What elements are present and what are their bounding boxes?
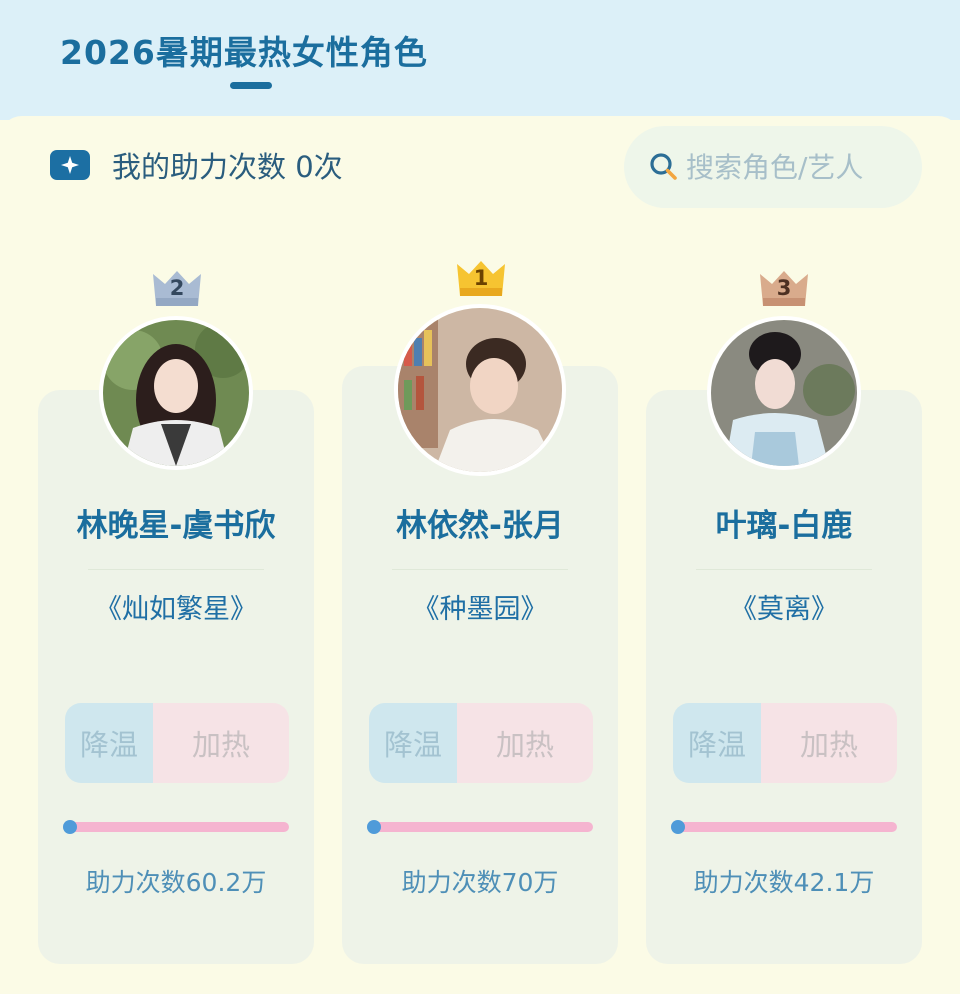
cool-down-button[interactable]: 降温	[369, 703, 457, 783]
rank-number: 2	[169, 276, 185, 300]
divider	[392, 569, 568, 570]
divider	[696, 569, 872, 570]
support-progress-bar	[671, 820, 897, 834]
search-icon	[650, 153, 677, 180]
avatar-photo[interactable]	[99, 316, 253, 470]
cool-down-button[interactable]: 降温	[65, 703, 153, 783]
progress-dot	[63, 820, 77, 834]
vote-button-group: 降温 加热	[65, 703, 289, 783]
sparkle-icon	[50, 150, 90, 180]
avatar-photo[interactable]	[707, 316, 861, 470]
search-input[interactable]	[686, 150, 906, 184]
heat-up-button[interactable]: 加热	[153, 703, 289, 783]
support-count: 助力次数42.1万	[693, 868, 875, 897]
support-count: 助力次数60.2万	[85, 868, 267, 897]
boost-count-row: 我的助力次数 0次	[50, 143, 343, 187]
search-box[interactable]	[624, 126, 922, 208]
work-title: 《灿如繁星》	[95, 594, 257, 625]
heat-up-button[interactable]: 加热	[457, 703, 593, 783]
title-underline	[230, 82, 272, 89]
character-name: 林晚星-虞书欣	[76, 508, 276, 544]
cool-down-button[interactable]: 降温	[673, 703, 761, 783]
support-progress-bar	[63, 820, 289, 834]
rank-number: 3	[776, 276, 792, 300]
support-progress-bar	[367, 820, 593, 834]
divider	[88, 569, 264, 570]
heat-up-button[interactable]: 加热	[761, 703, 897, 783]
progress-dot	[671, 820, 685, 834]
boost-count-label: 我的助力次数 0次	[112, 150, 343, 184]
vote-button-group: 降温 加热	[673, 703, 897, 783]
progress-dot	[367, 820, 381, 834]
character-name: 林依然-张月	[396, 508, 564, 544]
page-header: 2026暑期最热女性角色	[0, 0, 960, 120]
rank-number: 1	[473, 266, 489, 290]
page-title: 2026暑期最热女性角色	[60, 33, 428, 72]
avatar-photo[interactable]	[394, 304, 566, 476]
character-name: 叶璃-白鹿	[715, 508, 853, 544]
work-title: 《种墨园》	[412, 594, 548, 625]
support-count: 助力次数70万	[401, 868, 559, 897]
vote-button-group: 降温 加热	[369, 703, 593, 783]
work-title: 《莫离》	[730, 594, 838, 625]
